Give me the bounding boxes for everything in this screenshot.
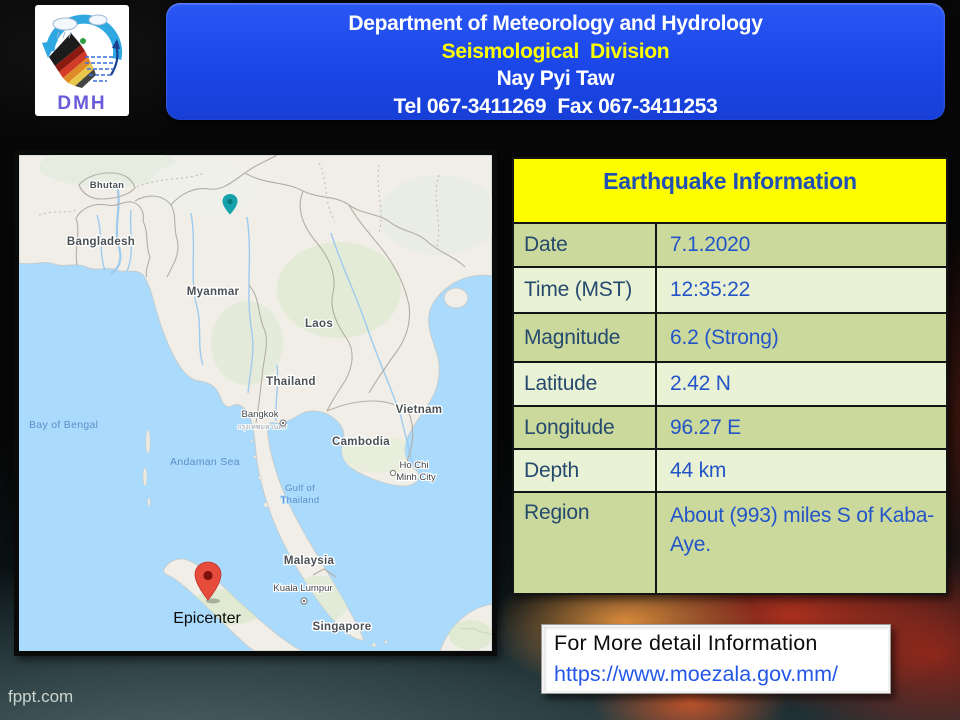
more-info-url[interactable]: https://www.moezala.gov.mm/ — [554, 659, 878, 689]
map-label-cambodia: Cambodia — [332, 436, 390, 448]
table-header: Earthquake Information — [514, 159, 946, 222]
map-label-bangkok: Bangkok — [242, 409, 279, 420]
map-label-bangkok-thai: กรุงเทพมหานคร — [237, 424, 287, 431]
map-label-andaman-sea: Andaman Sea — [170, 456, 240, 468]
dmh-logo: DMH — [35, 5, 129, 116]
banner-city-line: Nay Pyi Taw — [166, 65, 945, 93]
map-label-vietnam: Vietnam — [396, 404, 443, 416]
table-row-time: Time (MST) 12:35:22 — [514, 266, 946, 312]
table-row-latitude: Latitude 2.42 N — [514, 361, 946, 405]
map-label-laos: Laos — [305, 318, 333, 330]
epicenter-map: Bay of Bengal Andaman Sea Gulf of Thaila… — [14, 150, 497, 656]
row-label: Time (MST) — [514, 268, 657, 312]
row-label: Magnitude — [514, 314, 657, 361]
table-title: Earthquake Information — [603, 168, 857, 194]
row-value: 6.2 (Strong) — [657, 323, 946, 352]
map-label-singapore: Singapore — [313, 621, 372, 633]
slide: DMH Department of Meteorology and Hydrol… — [0, 0, 960, 720]
tree-icon — [80, 38, 86, 44]
table-row-depth: Depth 44 km — [514, 448, 946, 491]
row-value: 44 km — [657, 456, 946, 485]
row-label: Latitude — [514, 363, 657, 405]
table-row-region: Region About (993) miles S of Kaba-Aye. — [514, 491, 946, 593]
header-banner: Department of Meteorology and Hydrology … — [166, 3, 945, 120]
banner-department-line: Department of Meteorology and Hydrology — [166, 10, 945, 38]
map-label-bay-of-bengal: Bay of Bengal — [29, 419, 98, 431]
row-value: About (993) miles S of Kaba-Aye. — [657, 493, 946, 560]
table-row-longitude: Longitude 96.27 E — [514, 405, 946, 448]
banner-phone-line: Tel 067-3411269 Fax 067-3411253 — [166, 93, 945, 121]
ho-chi-minh-city-icon — [390, 470, 395, 475]
row-value: 12:35:22 — [657, 275, 946, 304]
fppt-watermark: fppt.com — [8, 687, 73, 707]
dmh-logo-graphic: DMH — [35, 5, 129, 116]
map-label-myanmar: Myanmar — [187, 286, 240, 298]
table-row-magnitude: Magnitude 6.2 (Strong) — [514, 312, 946, 361]
row-label: Depth — [514, 450, 657, 491]
island-hainan — [444, 288, 468, 308]
map-label-ho-chi-2: Minh City — [396, 472, 436, 483]
row-label: Region — [514, 493, 657, 593]
more-info-text: For More detail Information — [554, 628, 878, 659]
map-label-gulf-of-thailand-2: Thailand — [281, 495, 320, 506]
map-label-ho-chi-1: Ho Chi — [399, 460, 428, 471]
map-label-malaysia: Malaysia — [284, 555, 335, 567]
earthquake-info-table: Earthquake Information Date 7.1.2020 Tim… — [512, 157, 948, 595]
epicenter-label: Epicenter — [173, 610, 241, 627]
logo-acronym: DMH — [57, 93, 106, 114]
map-label-bangladesh: Bangladesh — [67, 236, 135, 248]
more-info-box: For More detail Information https://www.… — [541, 624, 891, 694]
row-label: Date — [514, 224, 657, 266]
row-value: 96.27 E — [657, 413, 946, 442]
banner-division-line: Seismological Division — [166, 38, 945, 66]
map-label-gulf-of-thailand-1: Gulf of — [285, 483, 315, 494]
row-value: 7.1.2020 — [657, 230, 946, 259]
row-label: Longitude — [514, 407, 657, 448]
map-label-kuala-lumpur: Kuala Lumpur — [273, 583, 332, 594]
map-label-bhutan: Bhutan — [90, 180, 125, 191]
map-label-thailand: Thailand — [266, 376, 316, 388]
table-row-date: Date 7.1.2020 — [514, 222, 946, 266]
row-value: 2.42 N — [657, 369, 946, 398]
